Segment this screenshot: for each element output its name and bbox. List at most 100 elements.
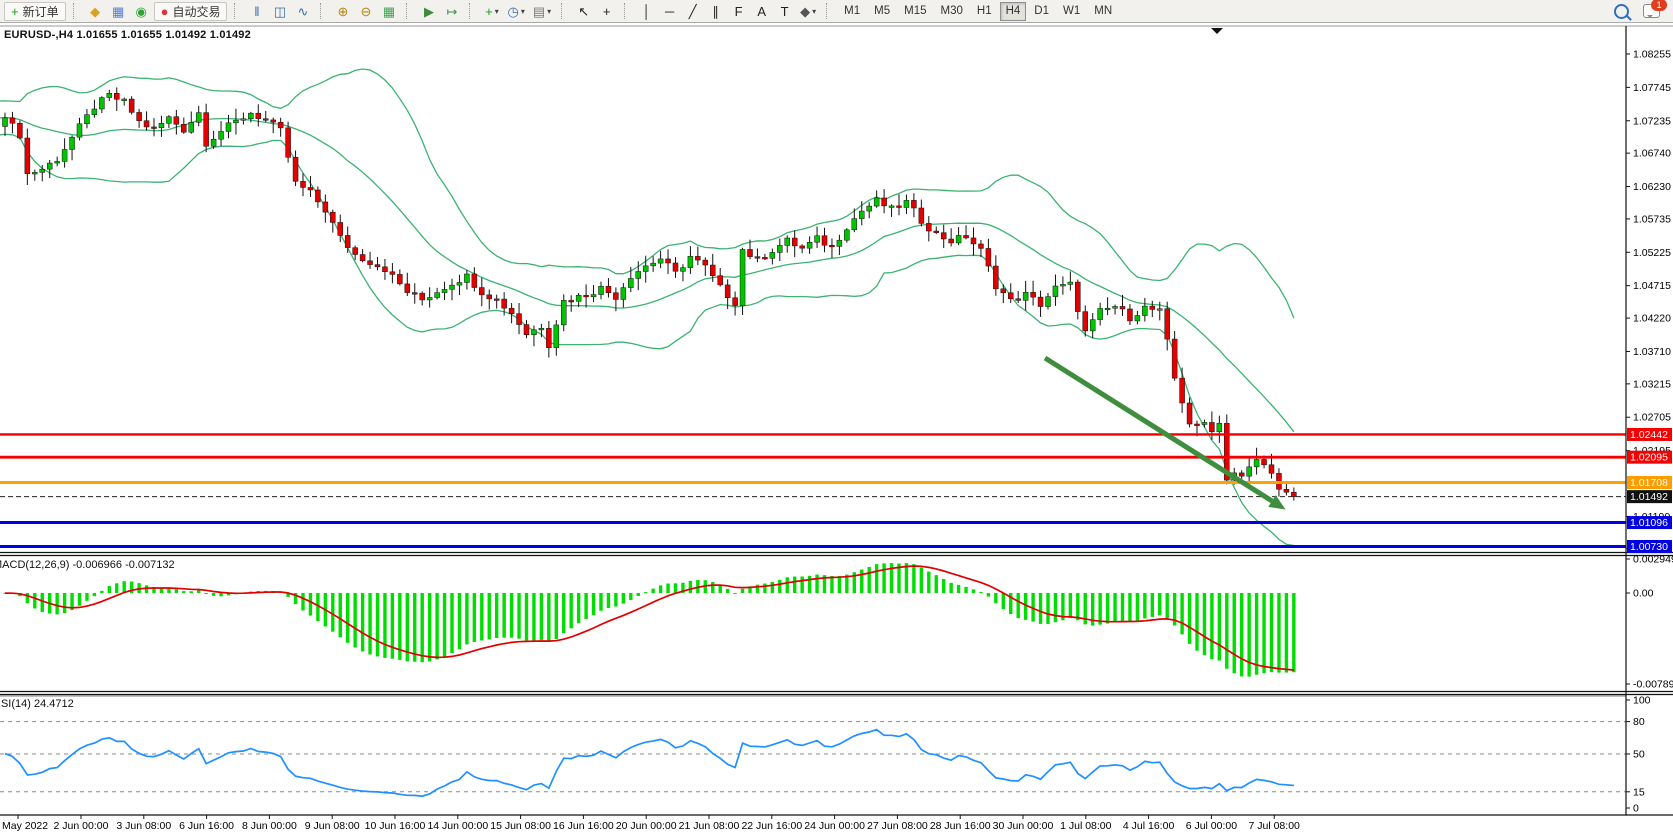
periods-icon[interactable]: ◷▾ [504,2,527,21]
horizontal-level-lines[interactable] [0,434,1626,546]
toolbar-separator [234,3,241,19]
svg-text:20 Jun 00:00: 20 Jun 00:00 [616,820,677,832]
equidistant-channel-icon[interactable]: ∥ [705,2,726,21]
svg-text:100: 100 [1633,695,1651,707]
market-watch-icon[interactable]: ◆ [85,2,106,21]
crosshair-icon: + [603,5,611,18]
svg-text:80: 80 [1633,716,1645,728]
cursor-icon[interactable]: ↖ [573,2,594,21]
svg-text:6 Jun 16:00: 6 Jun 16:00 [179,820,234,832]
text-icon: A [757,5,766,18]
svg-text:15 Jun 08:00: 15 Jun 08:00 [490,820,551,832]
data-window-icon[interactable]: ▦ [108,2,129,21]
indicators-icon: + [485,5,493,18]
text-label-icon[interactable]: T [774,2,795,21]
candlestick-chart-icon[interactable]: ◫ [269,2,290,21]
zoom-in-icon[interactable]: ⊕ [332,2,353,21]
toolbar-separator [406,3,413,19]
svg-text:9 Jun 08:00: 9 Jun 08:00 [305,820,360,832]
svg-text:1.01096: 1.01096 [1630,517,1668,529]
timeframe-m1[interactable]: M1 [838,2,866,21]
chart-shift-marker [1211,28,1223,34]
svg-text:1.04715: 1.04715 [1633,280,1671,292]
trendline-icon: ╱ [689,5,697,18]
rsi-pane [0,722,1626,797]
timeframe-w1[interactable]: W1 [1057,2,1086,21]
timeframe-m30[interactable]: M30 [935,2,969,21]
shapes-icon[interactable]: ◆▾ [797,2,819,21]
templates-icon[interactable]: ▤▾ [530,2,554,21]
notification-badge: 1 [1651,0,1667,11]
fibonacci-icon[interactable]: F [728,2,749,21]
vertical-line-icon[interactable]: │ [636,2,657,21]
svg-text:1.02442: 1.02442 [1630,429,1668,441]
svg-text:1.03215: 1.03215 [1633,378,1671,390]
svg-text:1.05735: 1.05735 [1633,213,1671,225]
text-icon[interactable]: A [751,2,772,21]
svg-text:-0.007895: -0.007895 [1633,679,1673,691]
price-axis[interactable]: 1.082551.077451.072351.067401.062301.057… [1626,26,1673,815]
svg-text:4 Jul 16:00: 4 Jul 16:00 [1123,820,1175,832]
search-icon[interactable] [1614,4,1629,19]
templates-icon: ▤ [533,5,545,18]
svg-text:28 Jun 16:00: 28 Jun 16:00 [930,820,991,832]
chart-shift-icon[interactable]: ↦ [441,2,462,21]
chevron-down-icon: ▾ [547,7,551,16]
svg-text:2 Jun 00:00: 2 Jun 00:00 [54,820,109,832]
indicators-icon[interactable]: +▾ [481,2,502,21]
auto-scroll-icon[interactable]: ▶ [418,2,439,21]
auto-scroll-icon: ▶ [424,5,434,18]
svg-text:8 Jun 00:00: 8 Jun 00:00 [242,820,297,832]
svg-text:10 Jun 16:00: 10 Jun 16:00 [365,820,426,832]
trendline-icon[interactable]: ╱ [682,2,703,21]
svg-text:30 Jun 00:00: 30 Jun 00:00 [993,820,1054,832]
svg-text:1.01708: 1.01708 [1630,477,1668,489]
chevron-down-icon: ▾ [495,7,499,16]
svg-text:1.07745: 1.07745 [1633,82,1671,94]
fibonacci-icon: F [735,5,743,18]
autotrading-button-label: 自动交易 [172,3,220,20]
svg-text:1.06740: 1.06740 [1633,148,1671,160]
svg-text:1.01492: 1.01492 [1630,491,1668,503]
zoom-in-icon: ⊕ [338,5,349,18]
svg-text:21 Jun 08:00: 21 Jun 08:00 [679,820,740,832]
tile-windows-icon[interactable]: ▦ [378,2,399,21]
symbol-quote-line: EURUSD-,H4 1.01655 1.01655 1.01492 1.014… [4,29,251,41]
zoom-out-icon[interactable]: ⊖ [355,2,376,21]
svg-text:16 Jun 16:00: 16 Jun 16:00 [553,820,614,832]
new-order-button[interactable]: + 新订单 [4,2,66,21]
svg-text:6 Jul 00:00: 6 Jul 00:00 [1186,820,1238,832]
vertical-line-icon: │ [643,5,651,18]
equidistant-channel-icon: ∥ [712,5,719,18]
timeframe-h1[interactable]: H1 [971,2,998,21]
svg-text:1 Jul 08:00: 1 Jul 08:00 [1060,820,1112,832]
new-order-chart-icon: + [11,5,19,18]
timeframe-h4[interactable]: H4 [1000,2,1027,21]
chart-canvas[interactable]: 1.082551.077451.072351.067401.062301.057… [0,24,1673,834]
svg-text:1.04220: 1.04220 [1633,313,1671,325]
new-order-button-label: 新订单 [23,3,59,20]
timeframe-m15[interactable]: M15 [898,2,932,21]
timeframe-d1[interactable]: D1 [1028,2,1055,21]
bar-chart-icon[interactable]: ‖ [246,2,267,21]
line-chart-icon[interactable]: ∿ [292,2,313,21]
svg-text:May 2022: May 2022 [2,820,48,832]
autotrading-button[interactable]: ●自动交易 [154,2,228,21]
svg-text:1.02705: 1.02705 [1633,412,1671,424]
navigator-icon[interactable]: ◉ [131,2,152,21]
timeframe-mn[interactable]: MN [1088,2,1118,21]
macd-indicator-label: MACD(12,26,9) -0.006966 -0.007132 [0,559,175,571]
toolbar-separator [826,3,833,19]
crosshair-icon[interactable]: + [596,2,617,21]
horizontal-line-icon[interactable]: ─ [659,2,680,21]
svg-text:14 Jun 00:00: 14 Jun 00:00 [427,820,488,832]
chat-icon[interactable]: 1 [1643,4,1660,18]
chevron-down-icon: ▾ [521,7,525,16]
time-axis[interactable]: May 20222 Jun 00:003 Jun 08:006 Jun 16:0… [2,815,1300,832]
trend-arrow[interactable] [1045,358,1289,515]
svg-text:1.03710: 1.03710 [1633,346,1671,358]
svg-text:50: 50 [1633,749,1645,761]
text-label-icon: T [781,5,789,18]
periods-icon: ◷ [507,5,518,18]
timeframe-m5[interactable]: M5 [868,2,896,21]
